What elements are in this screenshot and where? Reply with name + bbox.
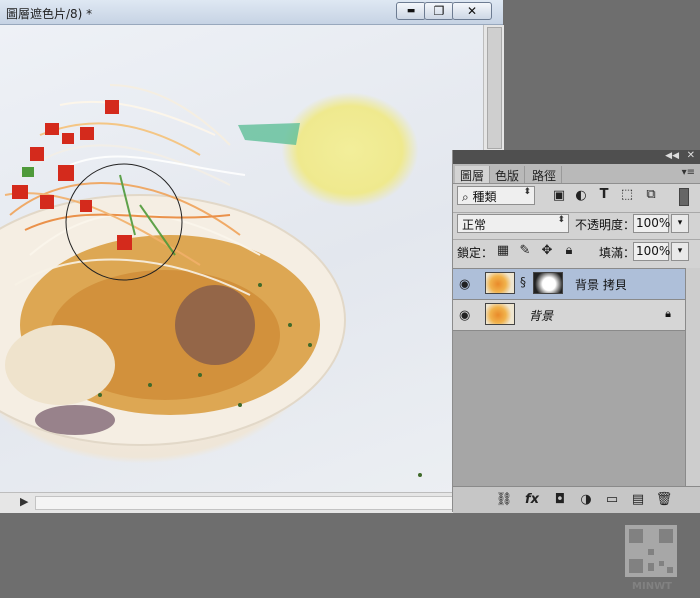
collapse-icon[interactable]: ◀◀	[665, 151, 679, 161]
eye-icon[interactable]: ◉	[459, 308, 470, 323]
text-filter-icon[interactable]: T	[596, 187, 612, 202]
maximize-icon: ❐	[433, 4, 445, 18]
adjustment-layer-icon[interactable]: ◑	[577, 492, 595, 507]
panel-menu-icon[interactable]: ▾≡	[682, 167, 695, 178]
divider	[453, 212, 700, 213]
trash-icon[interactable]: 🗑︎	[655, 492, 673, 507]
new-layer-icon[interactable]: ▤	[629, 492, 647, 507]
minimize-icon: ▬	[406, 6, 416, 16]
search-icon: ⌕	[462, 190, 473, 204]
fill-input[interactable]: 100%	[633, 242, 670, 261]
shape-filter-icon[interactable]: ⬚	[619, 187, 635, 202]
filter-row: ⌕ 種類 ⬍ ▣ ◐ T ⬚ ⧉	[453, 186, 700, 210]
filter-toggle-switch[interactable]	[679, 188, 689, 206]
image-canvas[interactable]	[0, 25, 483, 492]
opacity-label: 不透明度：	[575, 218, 636, 232]
panel-tabs: 圖層 色版 路徑 ▾≡	[453, 164, 700, 184]
scroll-right-arrow-icon[interactable]: ▶	[20, 495, 28, 508]
layer-name[interactable]: 背景	[529, 307, 553, 324]
link-layers-icon[interactable]: ⛓	[495, 492, 513, 507]
layer-mask-thumbnail[interactable]	[533, 272, 563, 294]
lock-brush-icon[interactable]: ✎	[517, 243, 533, 258]
divider	[453, 239, 700, 240]
chevron-updown-icon: ⬍	[557, 215, 565, 225]
document-title: 圖層遮色片/8) *	[6, 7, 93, 21]
layer-thumbnail	[485, 272, 515, 294]
vertical-scroll-thumb[interactable]	[487, 27, 502, 149]
layers-panel: ◀◀ ✕ 圖層 色版 路徑 ▾≡ ⌕ 種類 ⬍ ▣ ◐ T ⬚ ⧉ 正常 ⬍ 不…	[452, 150, 700, 592]
tab-paths[interactable]: 路徑	[527, 166, 563, 183]
chevron-down-icon: ▾	[677, 218, 683, 228]
smart-object-filter-icon[interactable]: ⧉	[643, 187, 659, 202]
tab-layers[interactable]: 圖層	[455, 166, 491, 183]
adjustment-filter-icon[interactable]: ◐	[573, 188, 589, 203]
panel-close-icon[interactable]: ✕	[687, 150, 695, 161]
svg-text:MINWT: MINWT	[632, 581, 672, 592]
maximize-button[interactable]: ❐	[424, 2, 454, 20]
document-titlebar[interactable]: 圖層遮色片/8) * ▬ ❐ ✕	[0, 0, 503, 25]
layer-name[interactable]: 背景 拷貝	[575, 276, 627, 293]
document-window: 圖層遮色片/8) * ▬ ❐ ✕ ▶	[0, 0, 504, 513]
close-icon: ✕	[466, 4, 478, 18]
lock-move-icon[interactable]: ✥	[539, 243, 555, 258]
horizontal-scrollbar[interactable]: ▶	[0, 492, 483, 513]
filter-kind-value: 種類	[472, 190, 497, 204]
minimize-button[interactable]: ▬	[396, 2, 426, 20]
fill-dropdown-button[interactable]: ▾	[671, 242, 689, 261]
lock-transparent-icon[interactable]: ▦	[495, 243, 511, 258]
panel-header[interactable]: ◀◀ ✕	[453, 150, 700, 164]
food-photo	[0, 84, 422, 477]
close-button[interactable]: ✕	[452, 2, 492, 20]
horizontal-scroll-track[interactable]	[35, 496, 477, 510]
panel-footer: ⛓ fx ◘ ◑ ▭ ▤ 🗑︎	[453, 486, 700, 513]
blend-mode-value: 正常	[462, 218, 487, 232]
lock-label: 鎖定：	[457, 246, 494, 260]
lock-row: 鎖定： ▦ ✎ ✥ 🔒︎ 填滿： 100% ▾	[453, 242, 700, 266]
layer-thumbnail	[485, 303, 515, 325]
filter-kind-select[interactable]: ⌕ 種類 ⬍	[457, 186, 535, 205]
opacity-input[interactable]: 100%	[633, 214, 670, 233]
chevron-down-icon: ▾	[677, 246, 683, 256]
tab-channels[interactable]: 色版	[490, 166, 526, 183]
qr-watermark-logo: MINWT	[621, 523, 683, 595]
lock-icon: 🔒︎	[665, 307, 671, 320]
blend-row: 正常 ⬍ 不透明度： 100% ▾	[453, 214, 700, 238]
chain-icon[interactable]: §	[520, 275, 526, 289]
layer-row-background[interactable]: ◉ 背景 🔒︎	[453, 300, 685, 331]
blend-mode-select[interactable]: 正常 ⬍	[457, 214, 569, 233]
fill-label: 填滿：	[599, 246, 636, 260]
group-folder-icon[interactable]: ▭	[603, 492, 621, 507]
layers-list: ◉ § 背景 拷貝 ◉ 背景 🔒︎ MINWT	[453, 268, 685, 592]
lock-all-icon[interactable]: 🔒︎	[561, 243, 577, 258]
opacity-dropdown-button[interactable]: ▾	[671, 214, 689, 233]
layers-scrollbar[interactable]	[685, 268, 700, 486]
add-mask-icon[interactable]: ◘	[551, 492, 569, 507]
fx-icon[interactable]: fx	[523, 492, 541, 507]
eye-icon[interactable]: ◉	[459, 277, 470, 292]
layer-row-background-copy[interactable]: ◉ § 背景 拷貝	[453, 269, 685, 300]
chevron-updown-icon: ⬍	[523, 187, 531, 197]
image-filter-icon[interactable]: ▣	[551, 188, 567, 203]
